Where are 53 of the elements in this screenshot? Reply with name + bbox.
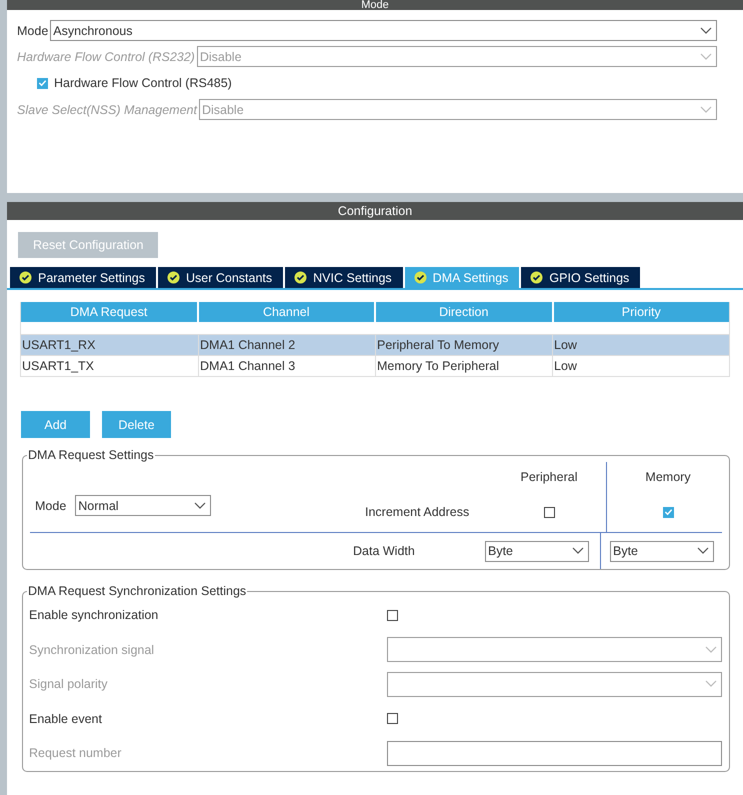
check-circle-icon bbox=[167, 271, 180, 284]
checkbox-label: Hardware Flow Control (RS485) bbox=[54, 76, 232, 90]
field-label: Slave Select(NSS) Management bbox=[17, 102, 197, 116]
dropdown[interactable] bbox=[387, 637, 722, 662]
chevron-down-icon bbox=[700, 106, 712, 114]
table-row[interactable]: USART1_TX DMA1 Channel 3 Memory To Peripheral Low bbox=[21, 355, 729, 376]
field-label: Enable event bbox=[29, 712, 103, 726]
check-circle-icon bbox=[294, 271, 308, 284]
check-circle-icon bbox=[414, 271, 427, 284]
chevron-down-icon bbox=[194, 502, 206, 510]
tab[interactable]: User Constants bbox=[158, 267, 284, 288]
dropdown[interactable] bbox=[387, 672, 722, 697]
column-header: Peripheral bbox=[520, 470, 578, 484]
column-header: Memory bbox=[606, 462, 729, 492]
field-label: Mode bbox=[35, 498, 66, 512]
chevron-down-icon bbox=[700, 26, 712, 34]
group-title: DMA Request Settings bbox=[27, 448, 155, 462]
chevron-down-icon bbox=[700, 52, 712, 60]
checkbox[interactable] bbox=[662, 506, 674, 518]
field-label: Mode bbox=[17, 24, 48, 38]
chevron-down-icon bbox=[705, 680, 717, 688]
field-label: Synchronization signal bbox=[29, 642, 156, 657]
group-title: DMA Request Synchronization Settings bbox=[27, 584, 248, 598]
field-label: Request number bbox=[29, 746, 122, 760]
dropdown[interactable]: Byte bbox=[610, 540, 714, 562]
tab[interactable]: NVIC Settings bbox=[285, 267, 403, 288]
column-header: Direction bbox=[376, 302, 552, 322]
panel-header: Configuration bbox=[7, 202, 743, 220]
checkbox[interactable] bbox=[387, 713, 398, 724]
tab[interactable]: GPIO Settings bbox=[521, 267, 640, 288]
field-label: Data Width bbox=[353, 544, 416, 558]
panel-header: Mode bbox=[7, 0, 743, 10]
checkbox[interactable] bbox=[387, 610, 398, 621]
check-circle-icon bbox=[530, 271, 544, 284]
chevron-down-icon bbox=[705, 646, 717, 654]
chevron-down-icon bbox=[697, 547, 709, 555]
checkbox[interactable] bbox=[544, 506, 554, 518]
chevron-down-icon bbox=[572, 547, 584, 555]
dropdown[interactable]: Normal bbox=[75, 495, 212, 516]
field-label: Increment Address bbox=[365, 505, 470, 519]
column-header: Channel bbox=[198, 302, 374, 322]
field-label: Hardware Flow Control (RS232) bbox=[17, 50, 195, 64]
dropdown[interactable]: Asynchronous bbox=[50, 20, 717, 41]
tab[interactable]: Parameter Settings bbox=[10, 267, 156, 288]
column-header: Priority bbox=[554, 302, 729, 322]
table-row[interactable]: USART1_RX DMA1 Channel 2 Peripheral To Memory Low bbox=[21, 334, 729, 355]
column-header: DMA Request bbox=[21, 302, 196, 322]
input-field[interactable] bbox=[387, 740, 722, 766]
field-label: Signal polarity bbox=[29, 677, 109, 692]
dropdown[interactable]: Byte bbox=[485, 540, 589, 562]
checkbox[interactable] bbox=[37, 78, 48, 88]
field-label: Enable synchronization bbox=[29, 608, 160, 622]
check-circle-icon bbox=[19, 271, 32, 284]
